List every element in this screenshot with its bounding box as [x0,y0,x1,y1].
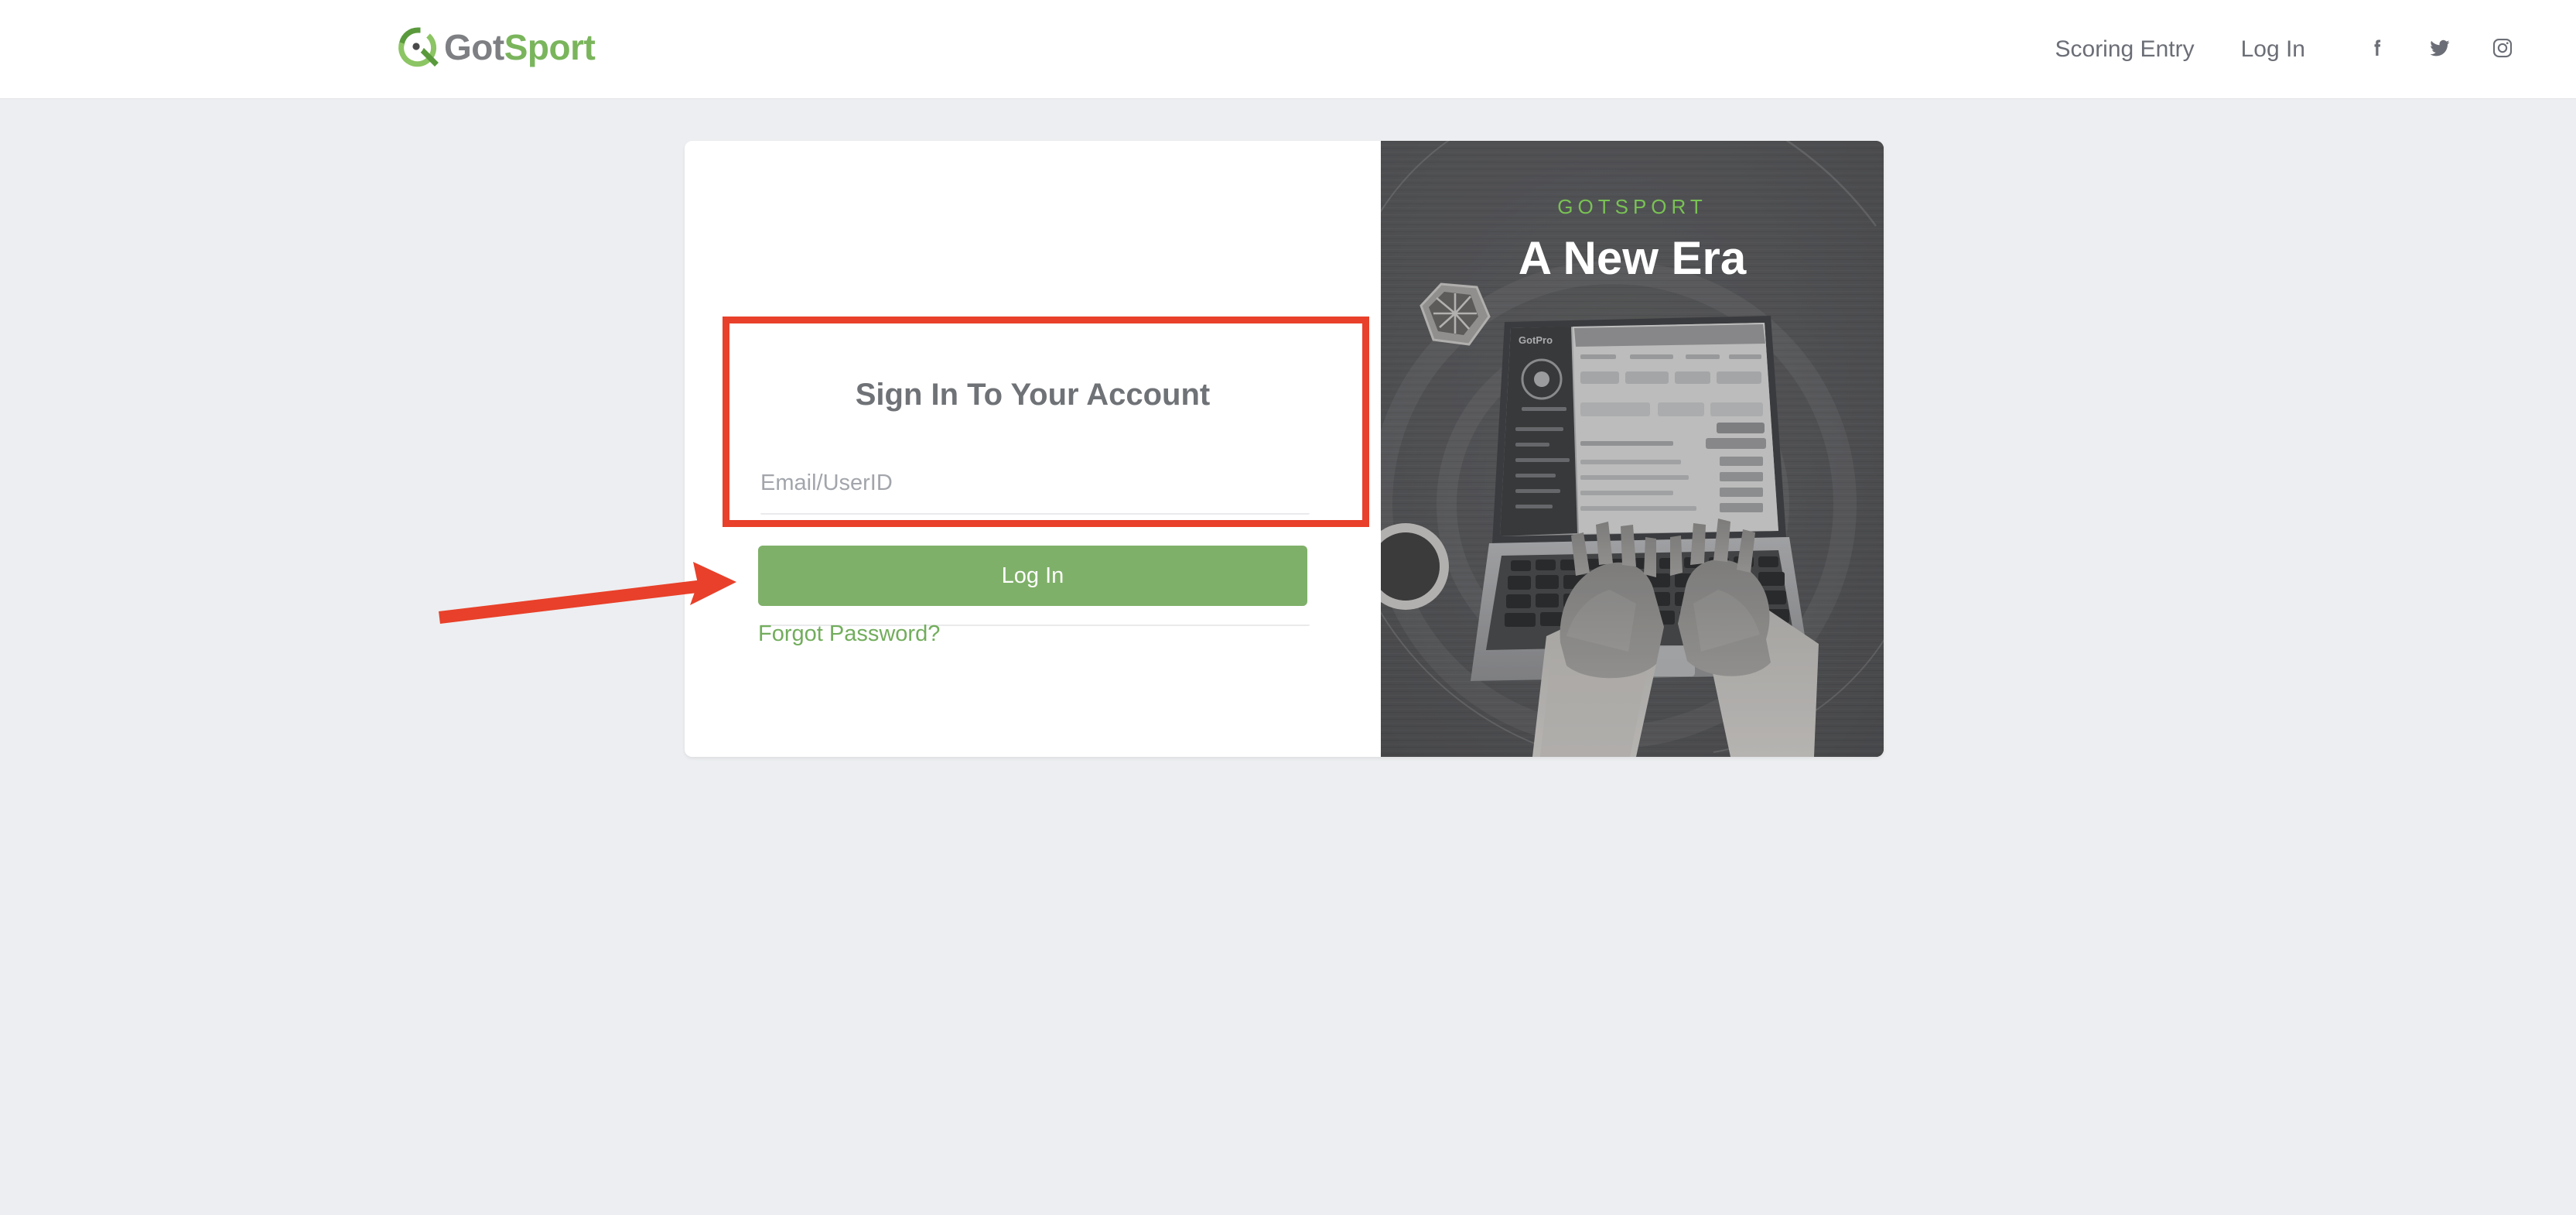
email-input[interactable] [760,466,1310,515]
login-form-pane: Sign In To Your Account [685,141,1381,757]
nav-item-log-in[interactable]: Log In [2241,36,2305,63]
brand-word-got: Got [444,27,504,67]
brand-logo-link[interactable]: GotSport [396,20,596,74]
main-navigation: Scoring Entry Log In [2009,0,2515,99]
promo-photo-pane: GotPro GOTSPORT A New Era [1381,141,1884,757]
email-field-group [760,466,1310,515]
log-in-button[interactable]: Log In [758,546,1307,606]
page-title: Sign In To Your Account [855,378,1211,412]
brand-wordmark: GotSport [444,27,596,67]
promo-eyebrow: GOTSPORT [1557,195,1707,218]
promo-headline: A New Era [1518,232,1747,284]
nav-item-scoring-entry[interactable]: Scoring Entry [2055,36,2195,63]
facebook-icon[interactable] [2366,36,2389,63]
instagram-icon[interactable] [2491,36,2514,63]
brand-word-sport: Sport [504,27,596,67]
promo-overlay: GOTSPORT A New Era [1381,197,1884,282]
login-card: Sign In To Your Account Email/UserID Got… [685,141,1884,757]
social-links [2366,36,2514,63]
site-header: GotSport Scoring Entry Log In [0,0,2576,99]
twitter-icon[interactable] [2427,36,2452,63]
gotsport-logo-icon [396,26,439,69]
forgot-password-link[interactable]: Forgot Password? [758,621,940,647]
